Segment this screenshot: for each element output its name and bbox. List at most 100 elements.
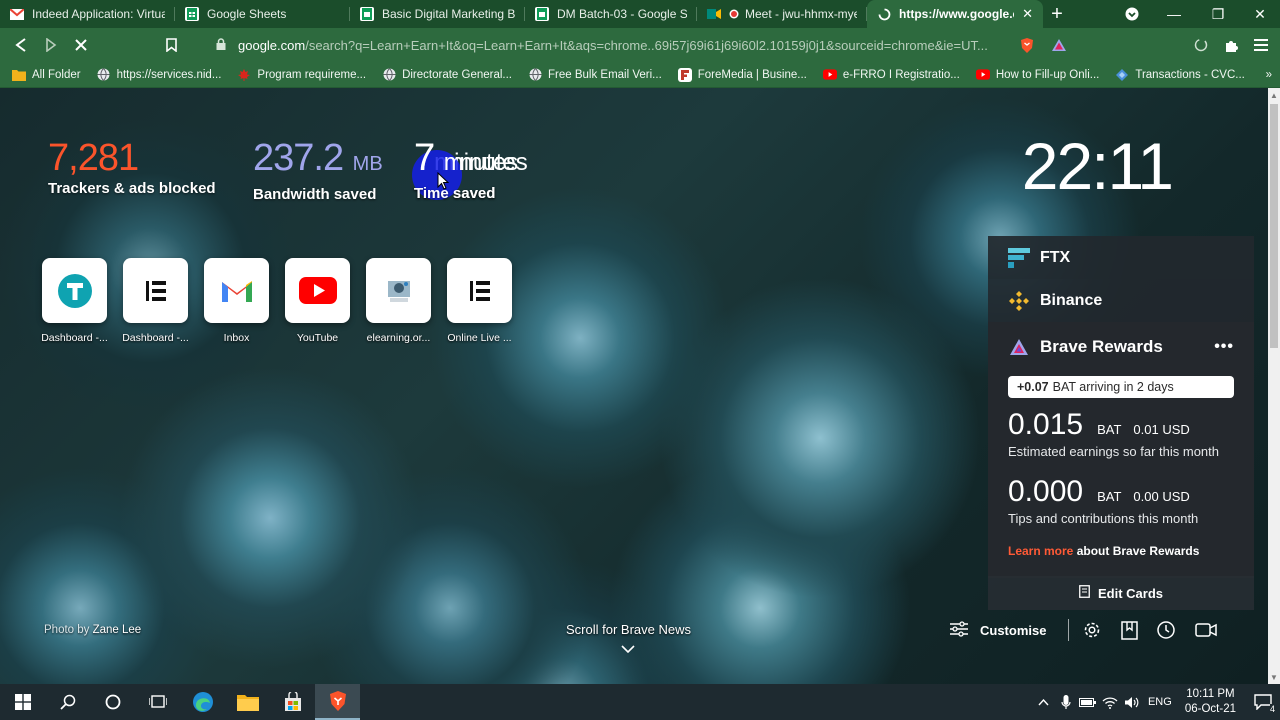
tab-dm-batch[interactable]: DM Batch-03 - Google Shee bbox=[525, 0, 697, 28]
page-scrollbar[interactable]: ▲ ▼ bbox=[1268, 88, 1280, 684]
microphone-icon[interactable] bbox=[1055, 684, 1077, 720]
bookmark-transactions-cvc[interactable]: Transactions - CVC... bbox=[1115, 68, 1245, 82]
time-saved-label: Time saved bbox=[414, 185, 496, 202]
bookmark-how-to-fill-up[interactable]: How to Fill-up Onli... bbox=[975, 68, 1099, 82]
extensions-icon[interactable] bbox=[1216, 30, 1246, 60]
taskbar-time: 10:11 PM bbox=[1186, 688, 1235, 700]
address-bar[interactable]: google.com/search?q=Learn+Earn+It&oq=Lea… bbox=[200, 31, 1080, 59]
edge-browser-icon[interactable] bbox=[180, 684, 225, 720]
earnings-usd: 0.01 USD bbox=[1133, 422, 1190, 437]
learn-more-link[interactable]: Learn more bbox=[1008, 544, 1073, 558]
tab-indeed-application[interactable]: Indeed Application: Virtual I bbox=[0, 0, 175, 28]
tab-title: Meet - jwu-hhmx-mye bbox=[745, 7, 857, 21]
more-bookmarks-icon[interactable]: » bbox=[1266, 69, 1272, 81]
brave-shields-icon[interactable] bbox=[1012, 30, 1042, 60]
youtube-icon bbox=[285, 258, 350, 323]
battery-icon[interactable] bbox=[1077, 684, 1099, 720]
e-logo-icon bbox=[123, 258, 188, 323]
bookmark-foremedia[interactable]: ForeMedia | Busine... bbox=[677, 67, 807, 82]
top-site-label: YouTube bbox=[296, 332, 339, 344]
taskbar-clock[interactable]: 10:11 PM 06-Oct-21 bbox=[1185, 687, 1236, 717]
scroll-for-brave-news[interactable]: Scroll for Brave News bbox=[566, 622, 691, 656]
search-icon[interactable] bbox=[45, 684, 90, 720]
volume-icon[interactable] bbox=[1121, 684, 1143, 720]
show-hidden-icons[interactable] bbox=[1033, 684, 1055, 720]
video-camera-icon[interactable] bbox=[1192, 616, 1220, 644]
scrollbar-thumb[interactable] bbox=[1270, 104, 1278, 348]
scroll-up-icon[interactable]: ▲ bbox=[1268, 88, 1280, 102]
scroll-down-icon[interactable]: ▼ bbox=[1268, 670, 1280, 684]
youtube-icon bbox=[975, 68, 990, 82]
stop-loading-icon[interactable] bbox=[66, 30, 96, 60]
more-options-icon[interactable]: ••• bbox=[1214, 338, 1234, 356]
back-icon[interactable] bbox=[6, 30, 36, 60]
bookmark-directorate-general[interactable]: Directorate General... bbox=[382, 68, 512, 82]
bookmark-free-bulk-email[interactable]: Free Bulk Email Veri... bbox=[528, 68, 662, 82]
forward-icon[interactable] bbox=[36, 30, 66, 60]
file-explorer-icon[interactable] bbox=[225, 684, 270, 720]
minimize-icon[interactable]: — bbox=[1152, 0, 1196, 28]
taskbar-date: 06-Oct-21 bbox=[1184, 703, 1236, 715]
windows-start-icon[interactable] bbox=[0, 684, 45, 720]
tab-search-icon[interactable] bbox=[1110, 0, 1154, 28]
brave-rewards-icon[interactable] bbox=[1044, 30, 1074, 60]
bookmark-program-requirements[interactable]: Program requireme... bbox=[237, 68, 366, 82]
widget-cards: FTX Binance Brave Rewards ••• +0.07 BAT … bbox=[988, 236, 1254, 578]
tab-google-sheets[interactable]: Google Sheets bbox=[175, 0, 350, 28]
bookmark-e-frro[interactable]: e-FRRO I Registratio... bbox=[822, 68, 960, 82]
close-tab-icon[interactable]: ✕ bbox=[1022, 6, 1033, 22]
bandwidth-value: 237.2 MB bbox=[253, 136, 383, 186]
trackers-count: 7,281 bbox=[48, 137, 139, 179]
tab-google-search-active[interactable]: https://www.google.co ✕ bbox=[867, 0, 1043, 28]
tips-value: 0.000 bbox=[1008, 475, 1084, 508]
bookmark-label: e-FRRO I Registratio... bbox=[842, 68, 960, 81]
menu-icon[interactable] bbox=[1246, 30, 1276, 60]
brave-browser-taskbar-icon[interactable] bbox=[315, 684, 360, 720]
top-site-inbox[interactable]: Inbox bbox=[196, 258, 277, 344]
edit-cards-button[interactable]: Edit Cards bbox=[988, 576, 1254, 610]
trackers-label: Trackers & ads blocked bbox=[48, 180, 216, 197]
tab-meet[interactable]: Meet - jwu-hhmx-mye bbox=[697, 0, 867, 28]
sheets-icon bbox=[360, 7, 374, 21]
bandwidth-label: Bandwidth saved bbox=[253, 186, 377, 203]
stat-time-saved-overlay: 7 minutes Time saved bbox=[414, 136, 528, 202]
top-site-online-live[interactable]: Online Live ... bbox=[439, 258, 520, 344]
time-saved-value: 7 minutes bbox=[414, 136, 528, 185]
top-site-youtube[interactable]: YouTube bbox=[277, 258, 358, 344]
tips-row: 0.000 BAT 0.00 USD bbox=[1008, 475, 1234, 509]
new-tab-button[interactable]: + bbox=[1043, 0, 1071, 28]
bookmark-all-folder[interactable]: All Folder bbox=[12, 68, 81, 82]
input-language[interactable]: ENG bbox=[1143, 684, 1177, 720]
bookmark-services-nid[interactable]: https://services.nid... bbox=[97, 68, 221, 82]
bookmarks-icon[interactable] bbox=[1115, 616, 1143, 644]
customise-button[interactable]: Customise bbox=[950, 620, 1046, 640]
youtube-icon bbox=[822, 68, 837, 82]
ftx-label: FTX bbox=[1040, 248, 1071, 266]
tips-usd: 0.00 USD bbox=[1133, 489, 1190, 504]
window-close-icon[interactable]: ✕ bbox=[1238, 0, 1280, 28]
tab-basic-digital-marketing[interactable]: Basic Digital Marketing Batc bbox=[350, 0, 525, 28]
notification-count: 4 bbox=[1269, 704, 1275, 714]
history-icon[interactable] bbox=[1152, 616, 1180, 644]
restore-icon[interactable]: ❐ bbox=[1196, 0, 1240, 28]
top-site-dashboard-e[interactable]: Dashboard -... bbox=[115, 258, 196, 344]
cortana-icon[interactable] bbox=[90, 684, 135, 720]
diamond-icon bbox=[1115, 68, 1129, 82]
photo-credit[interactable]: Photo by Zane Lee bbox=[44, 624, 141, 636]
microsoft-store-icon[interactable] bbox=[270, 684, 315, 720]
binance-card[interactable]: Binance bbox=[988, 279, 1254, 322]
ftx-card[interactable]: FTX bbox=[988, 236, 1254, 279]
sync-icon[interactable] bbox=[1186, 30, 1216, 60]
wifi-icon[interactable] bbox=[1099, 684, 1121, 720]
task-view-icon[interactable] bbox=[135, 684, 180, 720]
top-site-elearning[interactable]: elearning.or... bbox=[358, 258, 439, 344]
tab-title: DM Batch-03 - Google Shee bbox=[557, 7, 687, 21]
t-logo-icon bbox=[42, 258, 107, 323]
bookmark-page-icon[interactable] bbox=[156, 30, 186, 60]
bat-triangle-icon bbox=[1008, 336, 1030, 358]
settings-gear-icon[interactable] bbox=[1078, 616, 1106, 644]
top-site-dashboard-t[interactable]: Dashboard -... bbox=[34, 258, 115, 344]
globe-icon bbox=[528, 68, 542, 82]
notifications-icon[interactable]: 4 bbox=[1246, 684, 1280, 720]
top-site-label: Online Live ... bbox=[447, 332, 512, 344]
